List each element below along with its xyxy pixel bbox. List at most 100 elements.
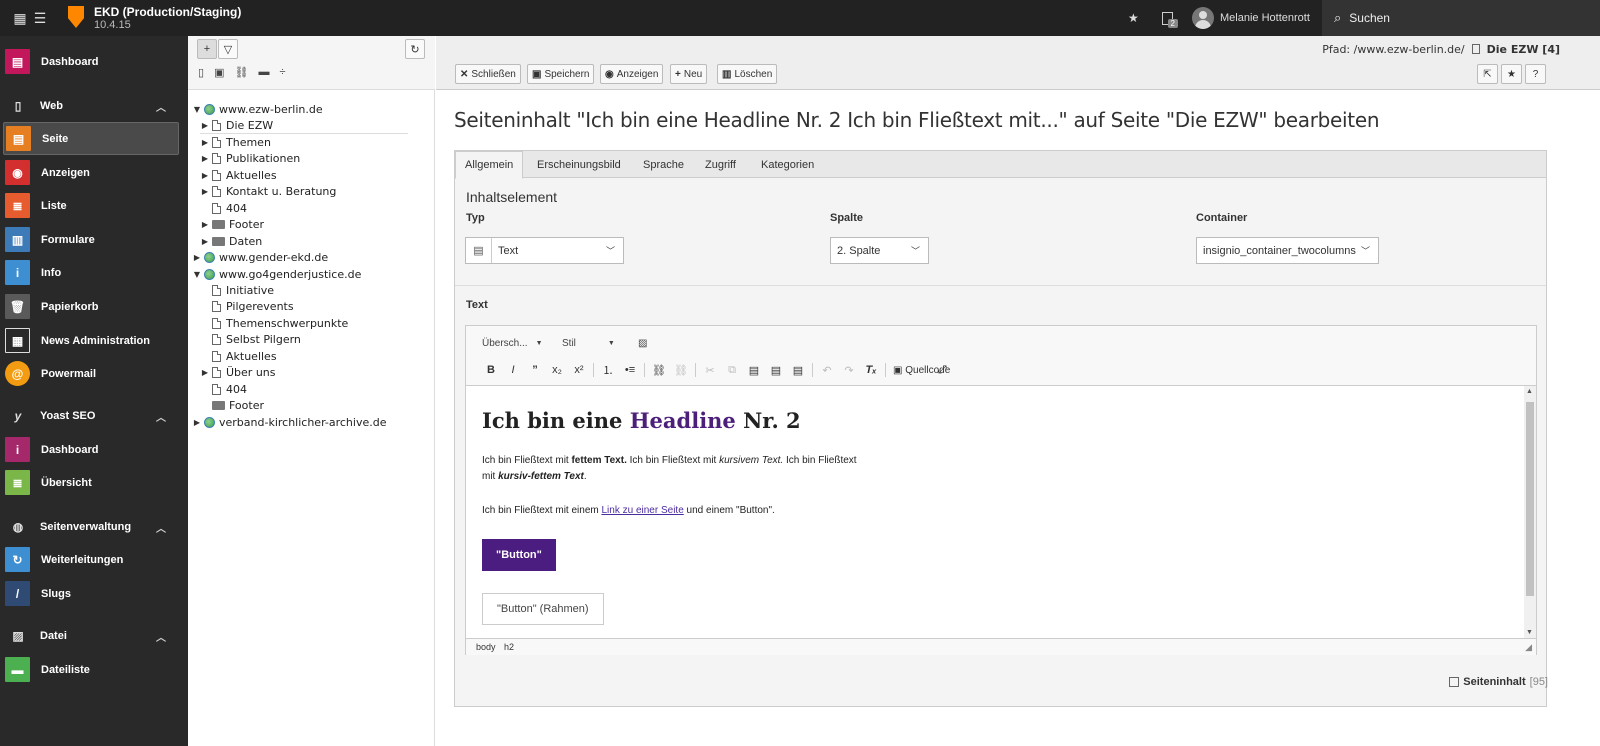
format-dropdown[interactable]: Übersch... ▼ [482,334,543,352]
numbered-list-icon[interactable]: ⒈ [597,362,619,378]
collapsed-arrow-icon[interactable]: ▶ [200,237,210,246]
typ-select[interactable]: ▤ Text ﹀ [465,237,624,264]
sidebar-group-seitenverwaltung[interactable]: ◍ Seitenverwaltung ︿ [0,510,188,544]
paste-text-icon[interactable]: ▤ [765,364,787,377]
tree-node[interactable]: ▶ Themen [200,134,271,150]
sidebar-group-yoast[interactable]: y Yoast SEO ︿ [0,399,188,433]
tab-sprache[interactable]: Sprache [634,151,693,178]
page-type-folder-icon[interactable]: ▬ [258,66,269,79]
close-button[interactable]: ✕ Schließen [455,64,521,84]
tab-kategorien[interactable]: Kategorien [752,151,823,178]
collapsed-arrow-icon[interactable]: ▶ [200,121,210,130]
sidebar-item-yoast-dashboard[interactable]: i Dashboard [0,433,188,466]
help-icon[interactable]: ? [1525,64,1546,84]
new-page-icon[interactable]: + [197,39,217,59]
tree-node[interactable]: ▶ Aktuelles [200,167,277,183]
scroll-up-icon[interactable]: ▲ [1526,388,1533,395]
tree-node[interactable]: Selbst Pilgern [210,331,301,347]
cut-icon[interactable]: ✂ [699,364,721,377]
tree-node[interactable]: Footer [210,397,264,413]
redo-icon[interactable]: ↷ [838,364,860,377]
sidebar-item-papierkorb[interactable]: 🗑 Papierkorb [0,290,188,323]
image-icon[interactable]: ▨ [638,334,647,352]
tree-node[interactable]: ▶ verband-kirchlicher-archive.de [192,414,387,430]
tree-node[interactable]: ▼ www.go4genderjustice.de [192,266,361,282]
bold-icon[interactable]: B [480,364,502,376]
tree-node[interactable]: Themenschwerpunkte [210,315,348,331]
page-type-standard-icon[interactable]: ▯ [198,66,204,79]
sidebar-item-liste[interactable]: ≣ Liste [0,189,188,222]
content-link[interactable]: Link zu einer Seite [601,505,683,516]
resize-handle-icon[interactable]: ◢ [1525,642,1532,653]
filter-icon[interactable]: ▽ [218,39,238,59]
refresh-icon[interactable]: ↻ [405,39,425,59]
sidebar-item-powermail[interactable]: @ Powermail [0,357,188,390]
container-select[interactable]: insignio_container_twocolumns ﹀ [1196,237,1379,264]
editor-scrollbar[interactable]: ▲ ▼ [1524,386,1536,638]
tree-node[interactable]: 404 [210,200,247,216]
editor-content[interactable]: Ich bin eine Headline Nr. 2 Ich bin Flie… [466,386,1524,638]
tree-node[interactable]: 404 [210,381,247,397]
sidebar-item-dateiliste[interactable]: ▬ Dateiliste [0,653,188,686]
collapsed-arrow-icon[interactable]: ▶ [200,187,210,196]
search-button[interactable]: ⌕ Suchen [1322,0,1600,36]
sidebar-group-web[interactable]: ▯ Web ︿ [0,89,188,123]
page-type-separator-icon[interactable]: ÷ [279,66,285,79]
subscript-icon[interactable]: x₂ [546,364,568,376]
tree-node[interactable]: ▶ www.gender-ekd.de [192,249,328,265]
expanded-arrow-icon[interactable]: ▼ [192,105,202,114]
open-documents-button[interactable]: 2 [1162,0,1178,36]
tree-node[interactable]: Initiative [210,282,274,298]
paste-word-icon[interactable]: ▤ [787,364,809,377]
copy-icon[interactable]: ⧉ [721,364,743,377]
tree-node[interactable]: ▶ Über uns [200,364,276,380]
sidebar-item-slugs[interactable]: / Slugs [0,577,188,610]
blockquote-icon[interactable]: ” [524,364,546,376]
page-type-backend-icon[interactable]: ▣ [214,66,224,79]
unlink-icon[interactable]: ⛓ [670,364,692,377]
spalte-select[interactable]: 2. Spalte ﹀ [830,237,929,264]
bookmark-star-icon[interactable]: ★ [1501,64,1522,84]
collapsed-arrow-icon[interactable]: ▶ [200,368,210,377]
tree-node[interactable]: ▼ www.ezw-berlin.de [192,101,323,117]
view-button[interactable]: ◉ Anzeigen [600,64,664,84]
collapsed-arrow-icon[interactable]: ▶ [200,171,210,180]
superscript-icon[interactable]: x² [568,364,590,376]
sidebar-item-uebersicht[interactable]: ≣ Übersicht [0,466,188,499]
sidebar-item-formulare[interactable]: ▥ Formulare [0,223,188,256]
sidebar-item-news[interactable]: ▦ News Administration [0,324,188,357]
tab-erscheinungsbild[interactable]: Erscheinungsbild [528,151,630,178]
sidebar-item-seite[interactable]: ▤ Seite [3,122,179,155]
open-new-window-icon[interactable]: ⇱ [1477,64,1498,84]
sidebar-item-weiterleitungen[interactable]: ↻ Weiterleitungen [0,543,188,576]
tab-zugriff[interactable]: Zugriff [696,151,745,178]
scroll-down-icon[interactable]: ▼ [1526,629,1533,636]
tree-node[interactable]: ▶ Daten [200,233,262,249]
user-menu[interactable]: Melanie Hottenrott [1192,0,1310,36]
tree-node[interactable]: Pilgerevents [210,298,294,314]
paste-icon[interactable]: ▤ [743,364,765,377]
bookmark-star-icon[interactable]: ★ [1128,0,1139,36]
sidebar-item-anzeigen[interactable]: ◉ Anzeigen [0,156,188,189]
sidebar-group-datei[interactable]: ▨ Datei ︿ [0,619,188,653]
undo-icon[interactable]: ↶ [816,364,838,377]
tree-node-selected[interactable]: ▶ Die EZW [200,118,408,134]
collapsed-arrow-icon[interactable]: ▶ [200,154,210,163]
remove-format-icon[interactable]: Tₓ [860,364,882,376]
tree-node[interactable]: ▶ Footer [200,216,264,232]
sidebar-item-dashboard[interactable]: ▤ Dashboard [0,45,188,78]
tree-node[interactable]: ▶ Kontakt u. Beratung [200,183,336,199]
bullet-list-icon[interactable]: •≡ [619,364,641,376]
collapsed-arrow-icon[interactable]: ▶ [192,253,202,262]
style-dropdown[interactable]: Stil ▼ [562,334,626,352]
page-type-link-icon[interactable]: ⛓ [234,66,248,79]
content-button[interactable]: "Button" [482,539,556,571]
collapsed-arrow-icon[interactable]: ▶ [200,220,210,229]
tree-node[interactable]: Aktuelles [210,348,277,364]
collapsed-arrow-icon[interactable]: ▶ [192,418,202,427]
sidebar-item-info[interactable]: i Info [0,256,188,289]
link-icon[interactable]: ⛓ [648,364,670,377]
save-button[interactable]: ▣ Speichern [527,64,595,84]
expanded-arrow-icon[interactable]: ▼ [192,270,202,279]
collapsed-arrow-icon[interactable]: ▶ [200,138,210,147]
